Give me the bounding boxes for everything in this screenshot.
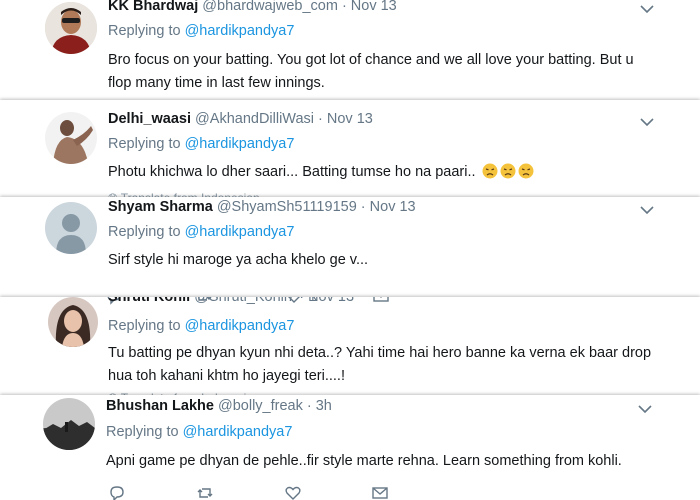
tweet-text: Photu khichwa lo dher saari... Batting t… — [108, 161, 653, 184]
avatar[interactable] — [45, 2, 97, 54]
user-handle[interactable]: @Shruti_Kohli7 — [194, 297, 295, 305]
tweet-header: Shruti Kohli @Shruti_Kohli7 · Nov 13 — [108, 297, 354, 305]
reply-tweet-delhi-waasi[interactable]: Delhi_waasi @AkhandDilliWasi · Nov 13 Re… — [0, 100, 700, 210]
replying-to-label: Replying to — [108, 224, 185, 240]
disappointed-face-icon — [482, 163, 498, 179]
heart-icon[interactable] — [284, 484, 302, 500]
tweet-text: Tu batting pe dhyan kyun nhi deta..? Yah… — [108, 345, 652, 384]
avatar[interactable] — [48, 297, 98, 347]
message-action[interactable] — [371, 484, 389, 500]
reply-action[interactable] — [108, 484, 126, 500]
tweet-date[interactable]: · Nov 13 — [361, 199, 416, 215]
user-handle[interactable]: @AkhandDilliWasi — [195, 111, 314, 127]
tweet-header: Bhushan Lakhe @bolly_freak · 3h — [106, 398, 332, 414]
reply-tweet-kk-bhardwaj[interactable]: KK Bhardwaj @bhardwajweb_com · Nov 13 Re… — [0, 0, 700, 100]
replying-to-label: Replying to — [106, 424, 183, 440]
disappointed-face-icon — [500, 163, 516, 179]
avatar[interactable] — [43, 398, 95, 450]
replying-to-label: Replying to — [108, 23, 185, 39]
replying-to: Replying to @hardikpandya7 — [108, 136, 294, 152]
display-name[interactable]: Bhushan Lakhe — [106, 398, 214, 414]
user-handle[interactable]: @bhardwajweb_com — [202, 0, 338, 14]
display-name[interactable]: Shruti Kohli — [108, 297, 190, 305]
user-handle[interactable]: @bolly_freak — [218, 398, 303, 414]
tweet-date[interactable]: · Nov 13 — [318, 111, 373, 127]
user-handle[interactable]: @ShyamSh51119159 — [217, 199, 357, 215]
tweet-text: Apni game pe dhyan de pehle..fir style m… — [106, 453, 622, 469]
display-name[interactable]: KK Bhardwaj — [108, 0, 198, 14]
chevron-down-icon[interactable] — [640, 4, 654, 14]
mention-link[interactable]: @hardikpandya7 — [185, 224, 295, 240]
tweet-text: Bro focus on your batting. You got lot o… — [108, 52, 634, 91]
mention-link[interactable]: @hardikpandya7 — [185, 136, 295, 152]
tweet-date[interactable]: · Nov 13 — [299, 297, 354, 305]
replying-to-label: Replying to — [108, 136, 185, 152]
mention-link[interactable]: @hardikpandya7 — [183, 424, 293, 440]
reply-tweet-bhushan-lakhe[interactable]: Bhushan Lakhe @bolly_freak · 3h Replying… — [0, 395, 700, 500]
replying-to: Replying to @hardikpandya7 — [106, 424, 292, 440]
chevron-down-icon[interactable] — [640, 117, 654, 127]
retweet-icon[interactable] — [196, 484, 214, 500]
envelope-icon[interactable] — [372, 297, 390, 305]
tweet-text-content: Photu khichwa lo dher saari... Batting t… — [108, 164, 476, 180]
mention-link[interactable]: @hardikpandya7 — [185, 318, 295, 334]
like-action[interactable] — [284, 484, 302, 500]
avatar[interactable] — [45, 202, 97, 254]
display-name[interactable]: Shyam Sharma — [108, 199, 213, 215]
message-action[interactable] — [372, 297, 390, 305]
replying-to: Replying to @hardikpandya7 — [108, 224, 294, 240]
chevron-down-icon[interactable] — [640, 205, 654, 215]
replying-to: Replying to @hardikpandya7 — [108, 23, 294, 39]
disappointed-face-icon — [518, 163, 534, 179]
reply-tweet-shyam-sharma[interactable]: Shyam Sharma @ShyamSh51119159 · Nov 13 R… — [0, 197, 700, 297]
reply-icon[interactable] — [108, 484, 126, 500]
envelope-icon[interactable] — [371, 484, 389, 500]
tweet-text: Sirf style hi maroge ya acha khelo ge v.… — [108, 252, 369, 268]
tweet-header: KK Bhardwaj @bhardwajweb_com · Nov 13 — [108, 0, 397, 14]
retweet-action[interactable] — [196, 484, 214, 500]
tweet-date[interactable]: · 3h — [307, 398, 332, 414]
tweet-date[interactable]: · Nov 13 — [342, 0, 397, 14]
avatar[interactable] — [45, 112, 97, 164]
reply-tweet-shruti-kohli[interactable]: 1 Shruti Kohli @Shruti_Kohli7 · Nov 13 R… — [0, 297, 700, 399]
tweet-header: Shyam Sharma @ShyamSh51119159 · Nov 13 — [108, 199, 416, 215]
chevron-down-icon[interactable] — [638, 404, 652, 414]
replying-to: Replying to @hardikpandya7 — [108, 318, 294, 334]
replying-to-label: Replying to — [108, 318, 185, 334]
mention-link[interactable]: @hardikpandya7 — [185, 23, 295, 39]
tweet-header: Delhi_waasi @AkhandDilliWasi · Nov 13 — [108, 111, 373, 127]
display-name[interactable]: Delhi_waasi — [108, 111, 191, 127]
